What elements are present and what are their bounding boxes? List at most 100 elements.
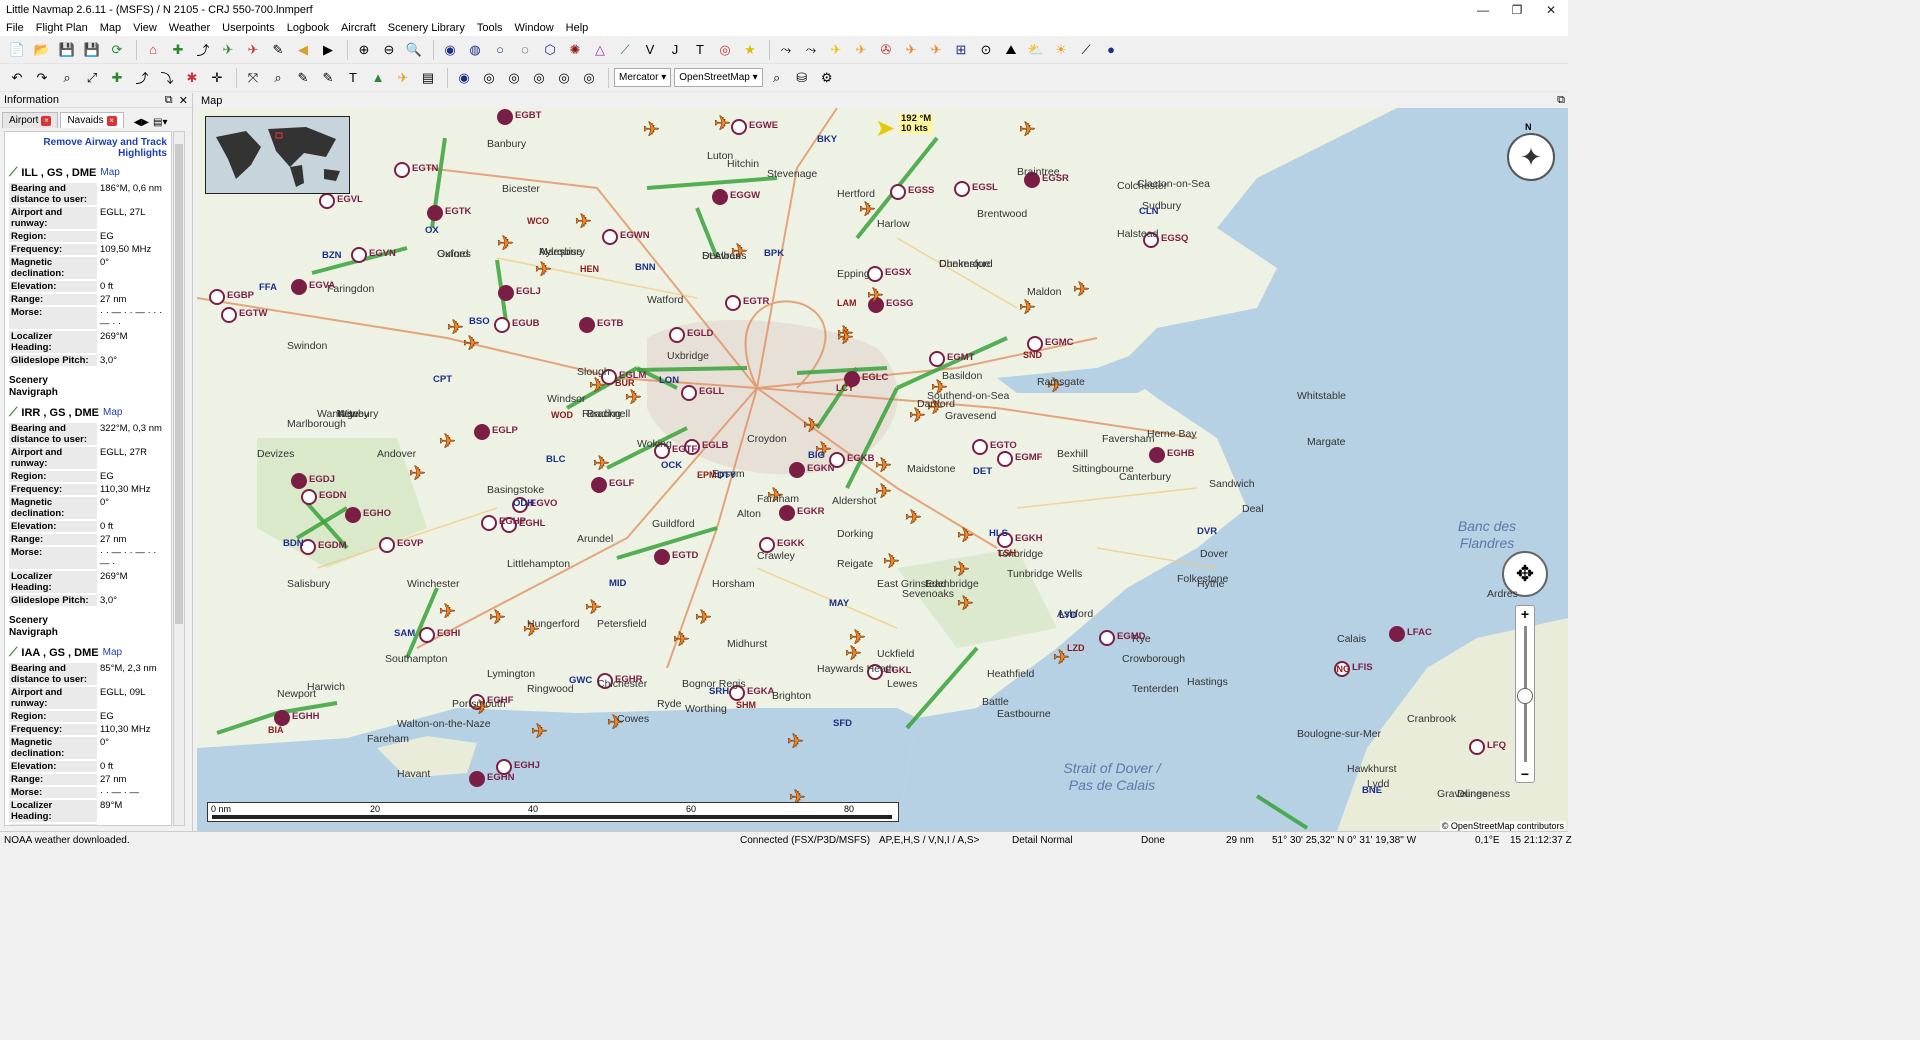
airport-label[interactable]: EGLP xyxy=(492,425,518,436)
ai-aircraft-icon[interactable]: ✈ xyxy=(883,549,900,574)
ai-aircraft-icon[interactable]: ✈ xyxy=(643,117,660,142)
airport-icon[interactable] xyxy=(1027,336,1043,352)
airspace-special-icon[interactable]: ◎ xyxy=(528,67,550,89)
airport-label[interactable]: EGHB xyxy=(1167,448,1194,459)
zoom-handle[interactable] xyxy=(1517,688,1533,704)
airport-label[interactable]: EGHO xyxy=(363,508,391,519)
airport-label[interactable]: EGKA xyxy=(747,686,774,697)
tab-navaids[interactable]: Navaids × xyxy=(60,112,124,128)
airport-icon[interactable] xyxy=(1389,626,1405,642)
navaid-label[interactable]: LAM xyxy=(837,298,857,308)
overview-minimap[interactable] xyxy=(205,116,350,194)
navaid-label[interactable]: ODH xyxy=(513,498,534,509)
airport-icon[interactable] xyxy=(291,473,307,489)
airport-label[interactable]: EGLC xyxy=(862,372,888,383)
ai-aircraft-icon[interactable]: ✈ xyxy=(695,605,712,630)
airport-icon[interactable] xyxy=(301,489,317,505)
navaid-label[interactable]: BKY xyxy=(817,134,837,145)
navaid-label[interactable]: SFD xyxy=(833,718,852,729)
airport-label[interactable]: EGSL xyxy=(972,182,998,193)
airport-icon[interactable] xyxy=(712,189,728,205)
ai-aircraft-icon[interactable]: ✈ xyxy=(439,429,456,454)
airspace-icao-icon[interactable]: ◉ xyxy=(453,67,475,89)
remove-highlights-link[interactable]: Remove Airway and Track Highlights xyxy=(9,137,167,159)
show-ils-icon[interactable]: ⟋ xyxy=(614,39,636,61)
search-icon[interactable]: ⌕ xyxy=(56,67,78,89)
text-icon[interactable]: T xyxy=(342,67,364,89)
menu-scenery-library[interactable]: Scenery Library xyxy=(382,22,471,34)
airport-label[interactable]: EGTF xyxy=(672,444,697,455)
map-view[interactable]: ✈ ✈ ✈ ✈ ✈ ✈ ✈ ✈ ✈ ✈ ✈ ✈ ✈ ✈ ✈ ✈ ✈ ✈ ✈ ✈ ✈ ✈ ✈ ✈ ✈ ✈ ✈ ✈ ✈ ✈ ✈ ✈ ✈ ✈ ✈ ✈ ✈ ✈ ✈ ✈… xyxy=(197,108,1568,831)
show-online-icon[interactable]: ✈ xyxy=(925,39,947,61)
map-link[interactable]: Map xyxy=(103,647,122,658)
airport-icon[interactable] xyxy=(419,627,435,643)
show-globe-icon[interactable]: ● xyxy=(1100,39,1122,61)
airport-icon[interactable] xyxy=(494,317,510,333)
map-float-icon[interactable]: ⧉ xyxy=(1557,94,1565,107)
procedure-icon[interactable]: ✎ xyxy=(317,67,339,89)
menu-window[interactable]: Window xyxy=(509,22,560,34)
show-airports-icon[interactable]: ◉ xyxy=(439,39,461,61)
ai-aircraft-icon[interactable]: ✈ xyxy=(1019,117,1036,142)
airport-icon[interactable] xyxy=(221,307,237,323)
ai-aircraft-icon[interactable]: ✈ xyxy=(1073,277,1090,302)
airport-label[interactable]: EGHI xyxy=(437,628,460,639)
tab-close-icon[interactable]: × xyxy=(41,115,52,126)
theme-select[interactable]: OpenStreetMap ▾ xyxy=(674,68,763,87)
airport-icon[interactable] xyxy=(579,317,595,333)
show-center-icon[interactable]: ⊙ xyxy=(975,39,997,61)
airport-icon[interactable] xyxy=(929,351,945,367)
navaid-label[interactable]: LZD xyxy=(1067,643,1085,653)
navaid-label[interactable]: ING xyxy=(1334,664,1350,674)
show-aircraft-icon[interactable]: ✈ xyxy=(825,39,847,61)
airport-label[interactable]: EGTD xyxy=(672,550,698,561)
navaid-label[interactable]: MID xyxy=(609,578,626,589)
airport-icon[interactable] xyxy=(1149,447,1165,463)
airway-icon[interactable]: ✈ xyxy=(217,39,239,61)
ai-aircraft-icon[interactable]: ✈ xyxy=(875,453,892,478)
navaid-label[interactable]: OCK xyxy=(661,460,682,471)
menu-help[interactable]: Help xyxy=(560,22,595,34)
magnify-icon[interactable]: ⌕ xyxy=(267,67,289,89)
show-trail-icon[interactable]: ⤳ xyxy=(800,39,822,61)
airport-label[interactable]: EGBT xyxy=(515,110,541,121)
navaid-label[interactable]: BNN xyxy=(635,262,656,273)
airport-label[interactable]: LFIS xyxy=(1352,662,1373,673)
airport-label[interactable]: EGHR xyxy=(615,674,642,685)
airport-label[interactable]: EGKB xyxy=(847,453,874,464)
menu-weather[interactable]: Weather xyxy=(163,22,216,34)
fullscreen-icon[interactable]: ⤧ xyxy=(242,67,264,89)
ai-aircraft-icon[interactable]: ✈ xyxy=(957,523,974,548)
ai-aircraft-icon[interactable]: ✈ xyxy=(409,461,426,486)
airport-label[interactable]: EGGW xyxy=(730,190,760,201)
zoom-out-icon[interactable]: ⊖ xyxy=(378,39,400,61)
show-jet-airways-icon[interactable]: J xyxy=(664,39,686,61)
show-sun-icon[interactable]: ☀ xyxy=(1050,39,1072,61)
airport-icon[interactable] xyxy=(474,424,490,440)
show-userpoints-icon[interactable]: ★ xyxy=(739,39,761,61)
distance-icon[interactable]: ⤵ xyxy=(156,67,178,89)
airport-label[interactable]: EGWN xyxy=(620,230,650,241)
ai-aircraft-icon[interactable]: ✈ xyxy=(439,599,456,624)
navaid-label[interactable]: OX xyxy=(425,225,439,236)
navaid-label[interactable]: SND xyxy=(1023,350,1042,360)
menu-view[interactable]: View xyxy=(127,22,163,34)
details-icon[interactable]: ⌕ xyxy=(766,67,788,89)
airport-label[interactable]: EGUB xyxy=(512,318,539,329)
ai-aircraft-icon[interactable]: ✈ xyxy=(787,729,804,754)
menu-flight-plan[interactable]: Flight Plan xyxy=(30,22,94,34)
tab-menu-icon[interactable]: ▤▾ xyxy=(153,117,167,128)
ai-aircraft-icon[interactable]: ✈ xyxy=(585,595,602,620)
airport-icon[interactable] xyxy=(1099,630,1115,646)
airport-label[interactable]: EGLF xyxy=(609,478,634,489)
ai-aircraft-icon[interactable]: ✈ xyxy=(837,325,854,350)
ai-aircraft-icon[interactable]: ✈ xyxy=(447,315,464,340)
database-icon[interactable]: ⛁ xyxy=(791,67,813,89)
mark-icon[interactable]: ✱ xyxy=(181,67,203,89)
add-icon[interactable]: ✚ xyxy=(106,67,128,89)
navaid-label[interactable]: BLC xyxy=(546,454,566,465)
navaid-label[interactable]: CPT xyxy=(433,374,452,385)
navaid-label[interactable]: BPK xyxy=(764,248,784,259)
airspace-online-icon[interactable]: ◎ xyxy=(578,67,600,89)
zoom-plus-icon[interactable]: + xyxy=(1516,606,1534,622)
